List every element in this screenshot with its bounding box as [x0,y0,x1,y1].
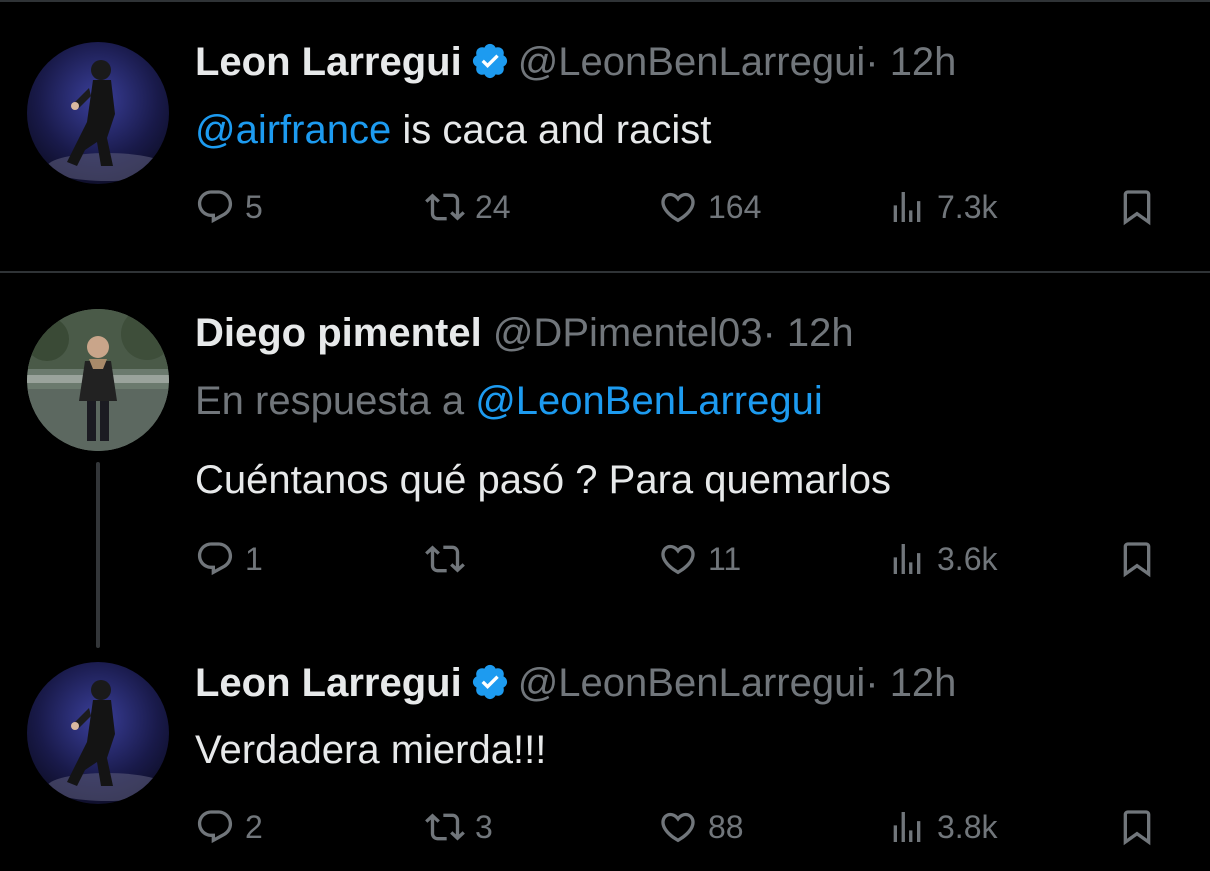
separator-dot: · [865,661,879,705]
like-count: 88 [708,808,744,845]
views-icon [893,192,921,222]
tweet-text: @airfrance is caca and racist [195,106,711,154]
reply-button[interactable]: 5 [195,182,263,232]
reply-icon [197,190,233,224]
reply-count: 2 [245,808,263,845]
bookmark-button[interactable] [1117,182,1167,232]
thread-connector [96,462,100,648]
tweet-header: Diego pimentel @DPimentel03· 12h [195,309,854,357]
avatar[interactable] [27,309,169,451]
timestamp[interactable]: 12h [890,661,957,705]
author-handle[interactable]: @LeonBenLarregui [518,661,866,705]
tweet-1[interactable]: Leon Larregui @LeonBenLarregui· 12h @airf… [0,0,1210,271]
views-count: 3.6k [937,540,998,577]
avatar[interactable] [27,42,169,184]
reply-count: 1 [245,540,263,577]
like-icon [661,544,695,575]
like-button[interactable]: 88 [658,802,744,852]
reply-context: En respuesta a @LeonBenLarregui [195,377,823,425]
reply-handle-link[interactable]: @LeonBenLarregui [475,379,823,423]
separator-dot: · [762,311,776,355]
views-count: 3.8k [937,808,998,845]
tweet-actions: 1 11 3.6k [195,534,1175,584]
retweet-button[interactable] [425,534,475,584]
tweet-3[interactable]: Leon Larregui @LeonBenLarregui· 12h Verda… [0,635,1210,871]
author-handle[interactable]: @DPimentel03 [493,311,763,355]
retweet-count: 24 [475,188,511,225]
retweet-button[interactable]: 24 [425,182,511,232]
tweet-actions: 2 3 88 3.8k [195,802,1175,852]
bookmark-icon [1123,810,1151,846]
retweet-icon [425,813,465,841]
retweet-icon [425,193,465,221]
reply-button[interactable]: 1 [195,534,263,584]
separator-dot: · [865,40,879,84]
like-icon [661,192,695,223]
tweet-text: Cuéntanos qué pasó ? Para quemarlos [195,458,892,502]
tweet-text: Verdadera mierda!!! [195,728,547,772]
tweet-header: Leon Larregui @LeonBenLarregui· 12h [195,38,956,86]
like-icon [661,812,695,843]
avatar[interactable] [27,662,169,804]
reply-count: 5 [245,188,263,225]
bookmark-icon [1123,542,1151,578]
reply-prefix: En respuesta a [195,379,476,423]
like-button[interactable]: 164 [658,182,761,232]
views-button[interactable]: 3.6k [887,534,997,584]
retweet-icon [425,545,465,573]
views-button[interactable]: 3.8k [887,802,997,852]
tweet-header: Leon Larregui @LeonBenLarregui· 12h [195,659,956,707]
verified-icon [472,43,507,79]
tweet-actions: 5 24 164 7.3k [195,182,1175,232]
mention-link[interactable]: @airfrance [195,108,391,152]
author-handle[interactable]: @LeonBenLarregui [518,40,866,84]
tweet-text-body: is caca and racist [391,108,712,152]
timestamp[interactable]: 12h [890,40,957,84]
reply-icon [197,810,233,844]
reply-icon [197,542,233,576]
retweet-count: 3 [475,808,493,845]
like-count: 11 [708,540,742,577]
like-button[interactable]: 11 [658,534,741,584]
views-count: 7.3k [937,188,998,225]
author-name[interactable]: Diego pimentel [195,311,482,355]
retweet-button[interactable]: 3 [425,802,493,852]
bookmark-button[interactable] [1117,802,1167,852]
views-icon [893,812,921,842]
reply-button[interactable]: 2 [195,802,263,852]
views-button[interactable]: 7.3k [887,182,997,232]
views-icon [893,544,921,574]
author-name[interactable]: Leon Larregui [195,40,462,84]
bookmark-button[interactable] [1117,534,1167,584]
like-count: 164 [708,188,762,225]
tweet-2[interactable]: Diego pimentel @DPimentel03· 12h En resp… [0,273,1210,635]
verified-icon [472,664,507,700]
author-name[interactable]: Leon Larregui [195,661,462,705]
bookmark-icon [1123,190,1151,226]
timestamp[interactable]: 12h [787,311,854,355]
